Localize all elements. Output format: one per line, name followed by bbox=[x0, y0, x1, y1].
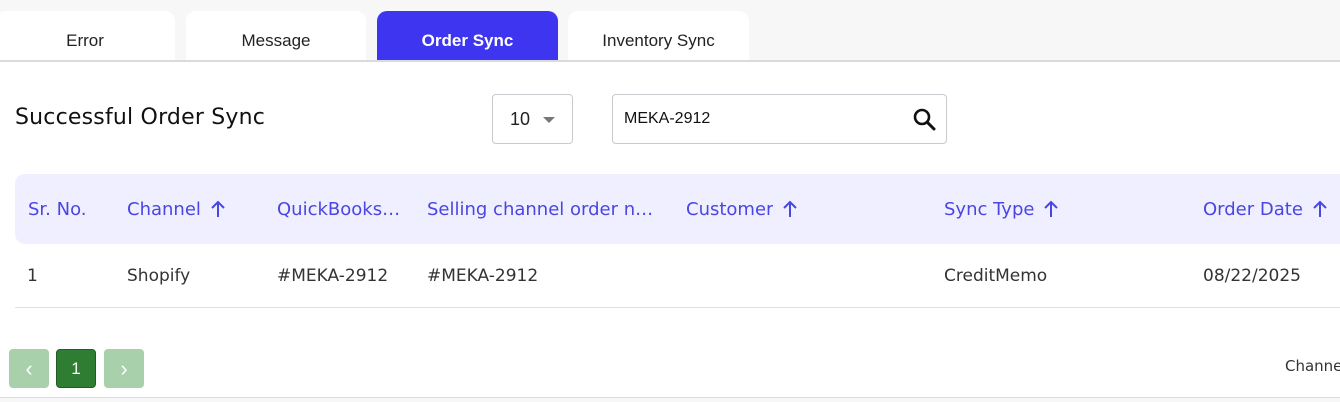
footer-label: Channe bbox=[1285, 357, 1340, 375]
tab-inventory-sync-label: Inventory Sync bbox=[602, 31, 715, 50]
page-title: Successful Order Sync bbox=[15, 105, 266, 130]
column-header-sr-no: Sr. No. bbox=[28, 198, 87, 220]
page-size-value: 10 bbox=[510, 108, 531, 129]
tab-message[interactable]: Message bbox=[186, 11, 366, 61]
chevron-right-icon: › bbox=[120, 355, 128, 381]
sort-up-icon bbox=[1313, 200, 1327, 217]
search-box bbox=[612, 94, 947, 144]
column-header-customer[interactable]: Customer bbox=[686, 174, 798, 244]
page-1-button[interactable]: 1 bbox=[56, 349, 96, 388]
table-row[interactable]: 1 Shopify #MEKA-2912 #MEKA-2912 CreditMe… bbox=[15, 244, 1340, 308]
tab-message-label: Message bbox=[241, 31, 311, 50]
tab-order-sync-label: Order Sync bbox=[421, 31, 514, 50]
page-number: 1 bbox=[71, 358, 81, 378]
chevron-left-icon: ‹ bbox=[25, 355, 33, 381]
cell-selling-channel-order: #MEKA-2912 bbox=[427, 266, 539, 286]
column-header-sync-type[interactable]: Sync Type bbox=[944, 174, 1059, 244]
sort-up-icon bbox=[211, 200, 225, 217]
page-size-select[interactable]: 10 bbox=[492, 94, 573, 144]
tab-inventory-sync[interactable]: Inventory Sync bbox=[568, 11, 749, 61]
prev-page-button[interactable]: ‹ bbox=[9, 349, 49, 388]
column-header-order-date[interactable]: Order Date bbox=[1203, 174, 1328, 244]
column-header-selling-channel-order[interactable]: Selling channel order nu... bbox=[427, 174, 663, 244]
cell-sr-no: 1 bbox=[27, 266, 38, 286]
chevron-down-icon bbox=[543, 117, 555, 123]
cell-order-date: 08/22/2025 bbox=[1203, 266, 1301, 286]
tab-error[interactable]: Error bbox=[0, 11, 175, 61]
tab-order-sync[interactable]: Order Sync bbox=[377, 11, 558, 61]
order-sync-panel: Successful Order Sync 10 Sr. No. Channel… bbox=[0, 60, 1340, 398]
search-icon[interactable] bbox=[910, 105, 938, 133]
search-input[interactable] bbox=[624, 107, 904, 131]
cell-sync-type: CreditMemo bbox=[944, 266, 1048, 286]
tab-error-label: Error bbox=[66, 31, 104, 50]
cell-quickbooks: #MEKA-2912 bbox=[277, 266, 389, 286]
sort-up-icon bbox=[783, 200, 798, 217]
column-header-quickbooks[interactable]: QuickBooks ... bbox=[277, 174, 402, 244]
tab-bar: Error Message Order Sync Inventory Sync bbox=[0, 0, 1340, 62]
table-header: Sr. No. Channel QuickBooks ... Selling c… bbox=[15, 174, 1340, 244]
cell-channel: Shopify bbox=[127, 266, 191, 286]
column-header-channel[interactable]: Channel bbox=[127, 174, 226, 244]
next-page-button[interactable]: › bbox=[104, 349, 144, 388]
sort-up-icon bbox=[1044, 200, 1059, 217]
